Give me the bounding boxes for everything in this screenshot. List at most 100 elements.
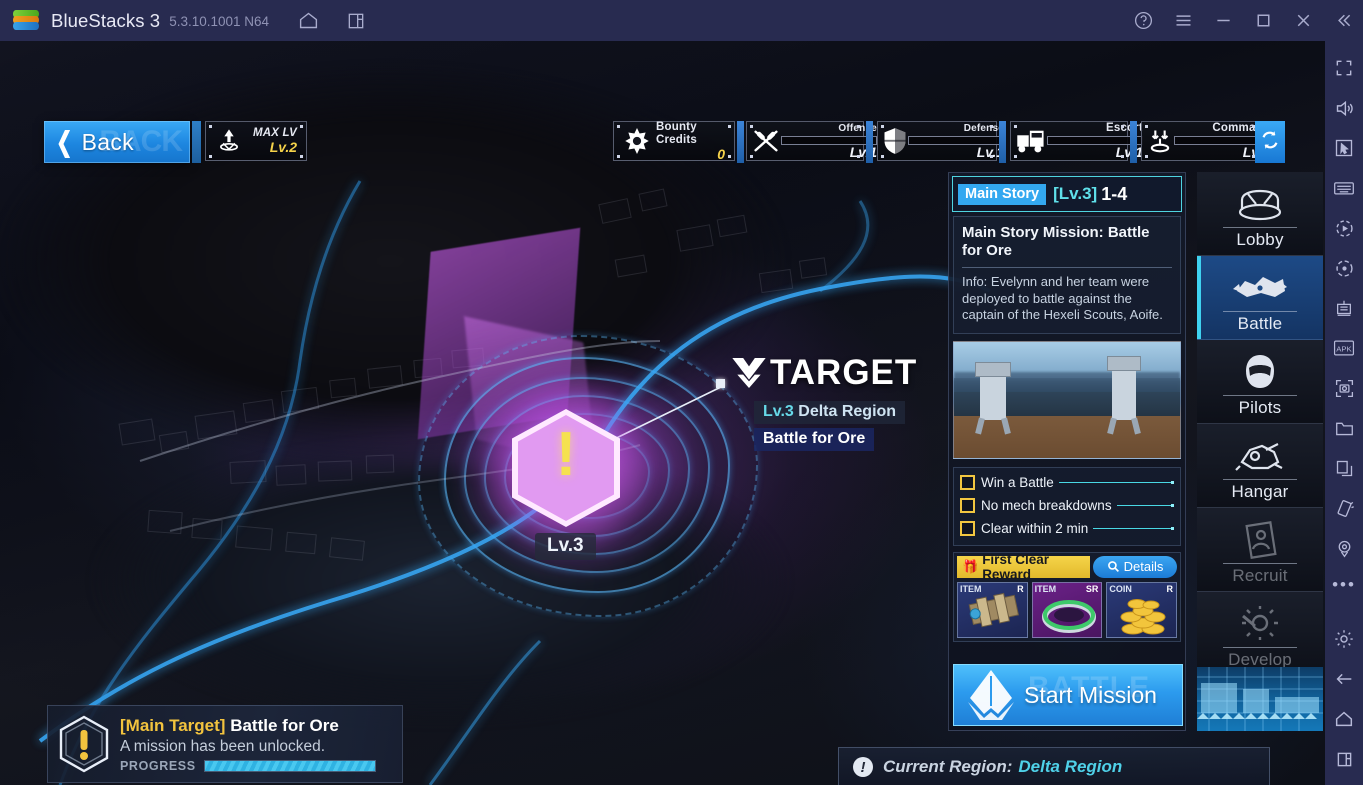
start-mission-label: Start Mission — [1024, 681, 1157, 708]
target-chevron-icon — [728, 353, 770, 393]
stat-escort[interactable]: Escort Lv.1 — [1010, 121, 1143, 161]
refresh-button[interactable] — [1255, 121, 1285, 163]
gift-icon: 🎁 — [962, 558, 979, 574]
shield-icon — [882, 124, 908, 158]
nav-item-recruit[interactable]: Recruit — [1197, 508, 1323, 592]
macro-play-icon[interactable] — [1325, 208, 1363, 248]
objective-item[interactable]: Win a Battle — [960, 473, 1175, 493]
top-hud: BACK ❮ Back MAX LV Lv.2 Bounty Credits 0… — [0, 41, 1325, 176]
nav-item-battle[interactable]: Battle — [1197, 256, 1323, 340]
nav-item-develop[interactable]: Develop — [1197, 592, 1323, 676]
nav-item-lobby[interactable]: Lobby — [1197, 172, 1323, 256]
details-button[interactable]: Details — [1093, 555, 1177, 578]
reward-card[interactable]: ITEM SR — [1031, 581, 1103, 638]
start-mission-button[interactable]: BATTLE Start Mission — [953, 664, 1183, 726]
maximize-icon[interactable] — [1243, 0, 1283, 41]
battle-icon — [1231, 266, 1289, 310]
hangar-blueprint-art — [1197, 667, 1323, 731]
copy-icon[interactable] — [1325, 448, 1363, 488]
location-icon[interactable] — [1325, 528, 1363, 568]
back-button-ghost-text: BACK — [99, 125, 183, 158]
multi-instance-manager-icon[interactable] — [1325, 288, 1363, 328]
collapse-icon[interactable] — [1323, 0, 1363, 41]
fullscreen-icon[interactable] — [1325, 48, 1363, 88]
hamburger-menu-icon[interactable] — [1163, 0, 1203, 41]
screenshot-icon[interactable] — [1325, 368, 1363, 408]
settings-gear-icon[interactable] — [1325, 619, 1363, 659]
target-region-badge: Lv.3 Delta Region — [754, 401, 906, 424]
mission-level: [Lv.3] — [1053, 184, 1098, 203]
rotate-icon[interactable] — [1325, 248, 1363, 288]
game-nav-menu: Lobby Battle Pilots Hangar Recruit Devel… — [1197, 172, 1323, 731]
shake-icon[interactable] — [1325, 488, 1363, 528]
pointer-icon[interactable] — [1325, 128, 1363, 168]
android-home-icon[interactable] — [1325, 699, 1363, 739]
rank-up-icon — [210, 124, 248, 158]
objective-label: No mech breakdowns — [981, 498, 1112, 513]
first-clear-reward-label: First Clear Reward — [982, 551, 1049, 582]
stat-command[interactable]: Command Lv.1 — [1141, 121, 1270, 161]
mission-info-divider — [962, 267, 1172, 268]
stat-defense[interactable]: Defense Lv.1 — [877, 121, 1004, 161]
close-icon[interactable] — [1283, 0, 1323, 41]
target-mission-badge: Battle for Ore — [754, 428, 875, 451]
mission-info-title: Main Story Mission: Battle for Ore — [962, 224, 1150, 259]
apk-install-icon[interactable]: APK — [1325, 328, 1363, 368]
toast-name: Battle for Ore — [230, 716, 339, 735]
mission-objectives: Win a Battle No mech breakdowns Clear wi… — [953, 466, 1181, 546]
bluestacks-window: BlueStacks 3 5.3.10.1001 N64 BACK ❮ Back… — [0, 0, 1363, 785]
stat-offense[interactable]: Offense Lv.1 — [746, 121, 877, 161]
target-region: Delta Region — [798, 403, 897, 420]
nav-item-pilots[interactable]: Pilots — [1197, 340, 1323, 424]
toast-progress-bar — [203, 760, 376, 772]
exclamation-hex-icon — [54, 714, 114, 774]
nav-label-pilots: Pilots — [1238, 398, 1282, 417]
info-exclamation-icon: ! — [853, 757, 873, 777]
nav-label-battle: Battle — [1237, 314, 1283, 333]
crossed-rifles-icon — [751, 124, 781, 158]
first-clear-reward-tab[interactable]: 🎁 First Clear Reward — [957, 552, 1090, 582]
current-region-label: Current Region: — [883, 757, 1013, 776]
refresh-icon — [1259, 129, 1281, 156]
current-region-bar: ! Current Region: Delta Region — [838, 747, 1270, 785]
mission-panel: Main Story [Lv.3] 1-4 Main Story Mission… — [948, 172, 1186, 731]
svg-text:APK: APK — [1336, 344, 1352, 353]
android-back-icon[interactable] — [1325, 659, 1363, 699]
reward-card[interactable]: COIN R — [1106, 581, 1178, 638]
reward-type: ITEM — [960, 583, 982, 594]
game-viewport: BACK ❮ Back MAX LV Lv.2 Bounty Credits 0… — [0, 41, 1325, 785]
more-options-icon[interactable]: ••• — [1325, 568, 1363, 602]
map-mission-node[interactable]: ! — [478, 379, 654, 557]
objective-item[interactable]: No mech breakdowns — [960, 496, 1175, 516]
objective-item[interactable]: Clear within 2 min — [960, 519, 1174, 539]
volume-icon[interactable] — [1325, 88, 1363, 128]
multi-instance-icon[interactable] — [339, 6, 373, 36]
nav-item-hangar[interactable]: Hangar — [1197, 424, 1323, 508]
target-marker[interactable]: TARGET Lv.3 Delta Region Battle for Ore — [728, 353, 917, 451]
pilot-head-icon — [1239, 350, 1281, 394]
mission-info: Main Story Mission: Battle for Ore Info:… — [953, 216, 1181, 334]
mission-info-body: Info: Evelynn and her team were deployed… — [962, 274, 1163, 322]
lobby-icon — [1232, 182, 1288, 226]
app-title: BlueStacks 3 — [51, 9, 161, 31]
objective-checkbox[interactable] — [960, 521, 975, 536]
keyboard-controls-icon[interactable] — [1325, 168, 1363, 208]
mission-type-chip: Main Story — [958, 183, 1047, 205]
max-level-box[interactable]: MAX LV Lv.2 — [205, 121, 307, 161]
home-icon[interactable] — [291, 6, 325, 36]
stat-bounty-credits[interactable]: Bounty Credits 0 — [613, 121, 735, 161]
chevron-left-icon: ❮ — [56, 126, 73, 157]
objective-checkbox[interactable] — [960, 498, 975, 513]
help-icon[interactable] — [1123, 0, 1163, 41]
back-button[interactable]: BACK ❮ Back — [44, 121, 190, 163]
minimize-icon[interactable] — [1203, 0, 1243, 41]
details-label: Details — [1123, 559, 1164, 574]
reward-card[interactable]: ITEM R — [957, 581, 1028, 638]
recruit-card-icon — [1240, 518, 1280, 562]
android-recents-icon[interactable] — [1325, 739, 1363, 779]
objective-checkbox[interactable] — [960, 475, 975, 490]
media-folder-icon[interactable] — [1325, 408, 1363, 448]
sheriff-star-icon — [618, 124, 656, 158]
nav-label-hangar: Hangar — [1231, 482, 1289, 501]
mission-rewards: 🎁 First Clear Reward Details ITEM R ITEM… — [953, 551, 1181, 642]
